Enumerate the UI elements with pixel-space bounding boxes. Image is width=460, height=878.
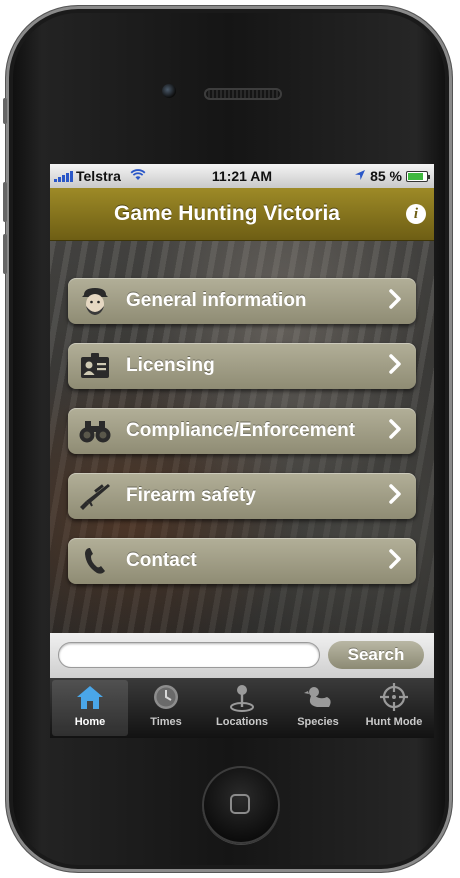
- mute-switch: [3, 98, 7, 124]
- clock-icon: [128, 680, 204, 714]
- menu-item-firearm-safety[interactable]: Firearm safety: [68, 473, 416, 519]
- info-icon[interactable]: i: [406, 204, 426, 224]
- home-icon: [52, 680, 128, 714]
- menu-item-general-information[interactable]: General information: [68, 278, 416, 324]
- battery-icon: [406, 170, 430, 182]
- chevron-right-icon: [388, 288, 402, 315]
- menu-label: Contact: [126, 550, 197, 571]
- search-button[interactable]: Search: [328, 641, 424, 669]
- screen: Telstra 11:21 AM 85 % Game Hunting Victo…: [50, 164, 434, 738]
- tab-label: Locations: [216, 716, 268, 728]
- tab-home[interactable]: Home: [52, 680, 128, 736]
- menu-item-licensing[interactable]: Licensing: [68, 343, 416, 389]
- tab-label: Hunt Mode: [365, 716, 423, 728]
- menu-label: Compliance/Enforcement: [126, 420, 356, 441]
- tab-hunt-mode[interactable]: Hunt Mode: [356, 680, 432, 736]
- menu-label: Firearm safety: [126, 485, 256, 506]
- crosshair-icon: [356, 680, 432, 714]
- volume-up-button: [3, 182, 7, 222]
- tab-times[interactable]: Times: [128, 680, 204, 736]
- tab-species[interactable]: Species: [280, 680, 356, 736]
- battery-percent: 85 %: [370, 168, 402, 184]
- status-bar: Telstra 11:21 AM 85 %: [50, 164, 434, 188]
- hunter-face-icon: [78, 284, 112, 318]
- phone-frame: Telstra 11:21 AM 85 % Game Hunting Victo…: [3, 6, 452, 872]
- menu-label: General information: [126, 290, 307, 311]
- chevron-right-icon: [388, 418, 402, 445]
- menu-label: Licensing: [126, 355, 215, 376]
- chevron-right-icon: [388, 483, 402, 510]
- tab-label: Home: [74, 716, 106, 728]
- chevron-right-icon: [388, 353, 402, 380]
- id-card-icon: [78, 349, 112, 383]
- rifle-icon: [78, 479, 112, 513]
- phone-icon: [78, 544, 112, 578]
- home-button[interactable]: [202, 766, 280, 844]
- tab-label: Species: [297, 716, 339, 728]
- tab-locations[interactable]: Locations: [204, 680, 280, 736]
- search-bar: Search: [50, 633, 434, 678]
- front-camera: [162, 84, 176, 98]
- camouflage-background: General information Licensing Compliance…: [50, 241, 434, 633]
- menu-item-compliance-enforcement[interactable]: Compliance/Enforcement: [68, 408, 416, 454]
- menu-item-contact[interactable]: Contact: [68, 538, 416, 584]
- duck-icon: [280, 680, 356, 714]
- page-title: Game Hunting Victoria: [114, 202, 340, 225]
- earpiece-speaker: [204, 88, 282, 100]
- tab-bar: Home Times Locations Species Hunt Mode: [50, 678, 434, 738]
- volume-down-button: [3, 234, 7, 274]
- chevron-right-icon: [388, 548, 402, 575]
- binoculars-icon: [78, 414, 112, 448]
- map-pin-icon: [204, 680, 280, 714]
- location-arrow-icon: [354, 169, 366, 184]
- search-input[interactable]: [58, 642, 320, 668]
- navigation-bar: Game Hunting Victoria i: [50, 188, 434, 241]
- tab-label: Times: [150, 716, 182, 728]
